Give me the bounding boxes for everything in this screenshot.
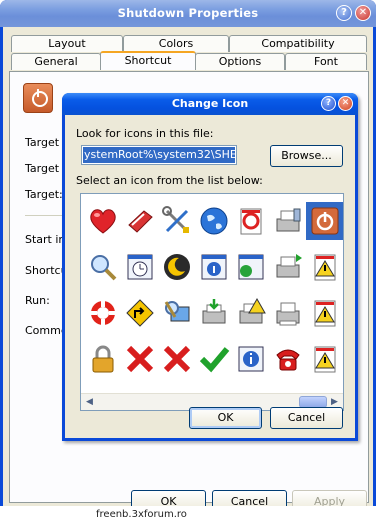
icon-grid — [81, 194, 344, 394]
telephone-icon — [276, 349, 300, 371]
change-icon-dialog: Change Icon ? ✕ Look for icons in this f… — [62, 93, 358, 441]
printer-icon — [276, 302, 300, 326]
directions-icon — [126, 299, 154, 327]
search-computer-icon — [164, 301, 190, 322]
tab-options[interactable]: Options — [195, 53, 285, 70]
icon-cell[interactable] — [158, 248, 196, 286]
icon-cell[interactable] — [343, 202, 344, 240]
icon-cell[interactable] — [232, 294, 270, 332]
magnifier-icon — [91, 255, 117, 281]
window-titlebar[interactable]: Shutdown Properties ? ✕ — [0, 0, 376, 27]
warning-document-icon — [314, 300, 336, 327]
shortcut-power-icon — [23, 83, 53, 113]
tab-general[interactable]: General — [11, 53, 101, 70]
checkmark-icon — [199, 347, 230, 373]
help-button[interactable]: ? — [336, 5, 352, 21]
network-window-icon — [238, 254, 264, 280]
red-x-icon — [163, 345, 191, 373]
icon-cell[interactable] — [306, 340, 343, 378]
icon-cell[interactable] — [306, 248, 343, 286]
red-x-icon — [126, 345, 154, 373]
close-button[interactable]: ✕ — [355, 5, 371, 21]
warning-document-icon — [314, 346, 336, 373]
icon-cell[interactable] — [158, 202, 196, 240]
icon-file-input[interactable]: ystemRoot%\system32\SHELL32.dll — [81, 145, 237, 165]
icon-cell[interactable] — [195, 294, 233, 332]
select-icon-label: Select an icon from the list below: — [76, 174, 263, 187]
tab-colors[interactable]: Colors — [123, 35, 229, 52]
icon-cell[interactable] — [232, 248, 270, 286]
moon-icon — [164, 254, 190, 280]
window-title: Shutdown Properties — [117, 6, 259, 20]
warning-document-icon — [314, 254, 336, 281]
icon-cell[interactable] — [195, 340, 233, 378]
icon-cell[interactable] — [343, 340, 344, 378]
target-label: Target: — [25, 188, 63, 201]
help-icon: ? — [325, 98, 332, 108]
tab-layout[interactable]: Layout — [11, 35, 123, 52]
red-book-icon — [128, 210, 153, 233]
footer: freenb.3xforum.ro — [0, 506, 376, 525]
icon-cell[interactable] — [306, 294, 343, 332]
dialog-title: Change Icon — [171, 97, 249, 110]
icon-cell[interactable] — [158, 340, 196, 378]
help-document-icon — [240, 208, 262, 235]
dialog-titlebar[interactable]: Change Icon ? ✕ — [62, 93, 358, 115]
close-icon: ✕ — [358, 7, 368, 18]
dialog-help-button[interactable]: ? — [321, 96, 336, 111]
look-for-label: Look for icons in this file: — [76, 127, 214, 140]
footer-text: freenb.3xforum.ro — [96, 509, 187, 520]
icon-cell[interactable] — [343, 248, 344, 286]
icon-cell[interactable] — [84, 202, 122, 240]
dialog-close-button[interactable]: ✕ — [338, 96, 353, 111]
icon-cell[interactable] — [121, 248, 159, 286]
clock-window-icon — [127, 254, 153, 280]
icon-list[interactable]: ◀ ▶ — [80, 193, 344, 411]
dialog-ok-button[interactable]: OK — [189, 407, 262, 429]
scroll-left-icon[interactable]: ◀ — [83, 396, 96, 409]
run-label: Run: — [25, 294, 50, 307]
dialog-client: Look for icons in this file: ystemRoot%\… — [65, 115, 355, 438]
icon-cell[interactable] — [269, 248, 307, 286]
tab-compatibility[interactable]: Compatibility — [229, 35, 367, 52]
globe-icon — [200, 207, 228, 235]
heart-icon — [90, 209, 116, 234]
icon-cell[interactable] — [343, 294, 344, 332]
icon-cell[interactable] — [232, 340, 270, 378]
icon-cell[interactable] — [195, 202, 233, 240]
tab-font[interactable]: Font — [285, 53, 367, 70]
icon-file-path: ystemRoot%\system32\SHELL32.dll — [83, 147, 235, 163]
icon-cell[interactable] — [306, 202, 343, 240]
icon-cell[interactable] — [232, 202, 270, 240]
dialog-cancel-button[interactable]: Cancel — [270, 407, 343, 429]
help-icon: ? — [341, 7, 347, 18]
icon-cell[interactable] — [121, 202, 159, 240]
printer-network-icon — [276, 254, 302, 278]
icon-cell[interactable] — [195, 248, 233, 286]
power-icon — [311, 207, 339, 235]
icon-cell[interactable] — [84, 294, 122, 332]
icon-cell[interactable] — [269, 340, 307, 378]
icon-cell[interactable] — [121, 294, 159, 332]
icon-cell[interactable] — [84, 340, 122, 378]
lifebuoy-icon — [91, 301, 115, 325]
printer-warning-icon — [239, 297, 266, 324]
printer-download-icon — [202, 299, 226, 324]
info-window-icon — [201, 254, 227, 280]
close-icon: ✕ — [341, 98, 350, 108]
info-card-icon — [238, 346, 264, 372]
tab-shortcut[interactable]: Shortcut — [100, 51, 196, 70]
icon-cell[interactable] — [84, 248, 122, 286]
icon-cell[interactable] — [269, 202, 307, 240]
printer-fax-icon — [276, 208, 301, 232]
browse-button[interactable]: Browse... — [270, 145, 343, 167]
padlock-icon — [92, 345, 114, 373]
icon-cell[interactable] — [269, 294, 307, 332]
icon-cell[interactable] — [158, 294, 196, 332]
icon-cell[interactable] — [121, 340, 159, 378]
tools-icon — [162, 206, 189, 233]
